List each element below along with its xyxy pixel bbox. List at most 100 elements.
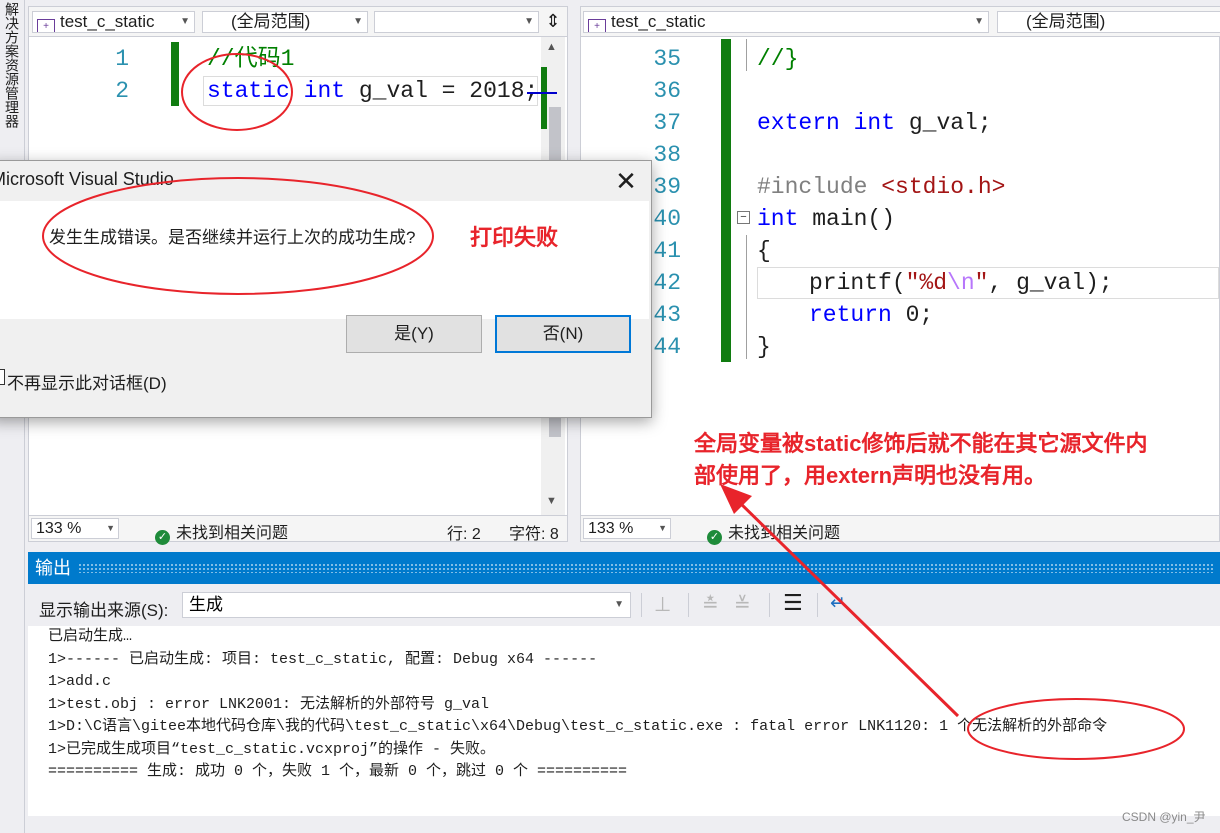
watermark: CSDN @yin_尹 — [1122, 810, 1206, 824]
output-source-label: 显示输出来源(S): — [39, 601, 169, 620]
current-line-highlight — [203, 76, 538, 106]
outline-guide — [746, 39, 747, 71]
issues-text: 未找到相关问题 — [176, 525, 289, 542]
left-status-bar: 133 % ▼ ✓ 未找到相关问题 行: 2 字符: 8 — [29, 515, 567, 545]
line-number: 2 — [115, 78, 129, 104]
scroll-up-icon[interactable]: ▲ — [546, 41, 557, 53]
left-scope-combo[interactable]: (全局范围) ▼ — [202, 11, 368, 33]
dont-show-label: 不再显示此对话框(D) — [7, 374, 167, 393]
next-message-icon[interactable]: ≚ — [734, 592, 751, 617]
dont-show-checkbox[interactable] — [0, 369, 5, 385]
caret-position-marker — [527, 92, 557, 94]
scroll-down-icon[interactable]: ▼ — [546, 495, 557, 507]
split-window-button[interactable]: ⇕ — [543, 11, 563, 33]
code-line-37: extern int g_val; — [757, 107, 992, 139]
previous-message-icon[interactable]: ≛ — [702, 592, 719, 617]
collapse-icon[interactable]: − — [737, 211, 750, 224]
string-token: "%d — [905, 270, 948, 296]
clear-all-icon[interactable]: ☰ — [783, 590, 803, 616]
right-scope-combo-value: (全局范围) — [1026, 12, 1106, 31]
output-source-select[interactable]: 生成 ▼ — [182, 592, 631, 618]
output-line: 已启动生成… — [48, 628, 133, 645]
right-project-combo[interactable]: + test_c_static ▼ — [583, 11, 989, 33]
right-project-combo-value: test_c_static — [611, 12, 706, 31]
left-member-combo[interactable]: ▼ — [374, 11, 539, 33]
zoom-value: 133 % — [588, 520, 634, 537]
code-line-42: printf("%d\n", g_val); — [809, 267, 1113, 299]
keyword-token: int — [757, 206, 799, 232]
dialog-message: 发生生成错误。是否继续并运行上次的成功生成? — [49, 228, 416, 247]
output-line: 1>------ 已启动生成: 项目: test_c_static, 配置: D… — [48, 650, 598, 668]
include-path-token: <stdio.h> — [867, 174, 1006, 200]
right-status-bar: 133 % ▼ ✓ 未找到相关问题 — [581, 515, 1219, 545]
issues-text: 未找到相关问题 — [728, 525, 841, 542]
title-grip — [78, 563, 1214, 573]
chevron-down-icon: ▼ — [974, 16, 984, 27]
code-line-40: int main() — [757, 203, 895, 235]
left-project-combo[interactable]: + test_c_static ▼ — [32, 11, 195, 33]
code-line-41: { — [757, 238, 771, 264]
line-number: 1 — [115, 46, 129, 72]
code-token: 0; — [891, 302, 934, 328]
close-icon[interactable]: ✕ — [611, 167, 641, 197]
row-indicator: 行: 2 — [447, 526, 481, 543]
output-line: 1>D:\C语言\gitee本地代码仓库\我的代码\test_c_static\… — [48, 718, 1108, 735]
code-token: , g_val); — [988, 270, 1113, 296]
line-number: 37 — [653, 110, 681, 136]
right-navigation-bar: + test_c_static ▼ (全局范围) — [581, 7, 1220, 37]
right-scope-combo[interactable]: (全局范围) — [997, 11, 1220, 33]
output-text-area[interactable]: 已启动生成… 1>------ 已启动生成: 项目: test_c_static… — [28, 626, 1220, 816]
output-line: ========== 生成: 成功 0 个，失败 1 个，最新 0 个，跳过 0… — [48, 763, 628, 780]
code-token: printf( — [809, 270, 906, 296]
word-wrap-icon[interactable]: ↵ — [830, 592, 846, 615]
code-line-44: } — [757, 334, 771, 360]
line-number: 35 — [653, 46, 681, 72]
zoom-combo[interactable]: 133 % ▼ — [583, 518, 671, 539]
code-line-35: //} — [757, 46, 799, 72]
toolbar-separator — [817, 593, 818, 617]
output-line: 1>test.obj : error LNK2001: 无法解析的外部符号 g_… — [48, 695, 490, 713]
zoom-combo[interactable]: 133 % ▼ — [31, 518, 119, 539]
scrollbar-change-marker — [541, 67, 547, 129]
yes-button[interactable]: 是(Y) — [346, 315, 482, 353]
annotation-explanation-line2: 部使用了，用extern声明也没有用。 — [694, 463, 1047, 488]
toolbar-separator — [688, 593, 689, 617]
change-bar — [171, 42, 179, 106]
goto-source-icon[interactable]: ⊥ — [654, 592, 671, 617]
code-line-39: #include <stdio.h> — [757, 171, 1005, 203]
escape-token: \n — [947, 270, 975, 296]
cpp-file-icon: + — [588, 19, 606, 32]
char-indicator: 字符: 8 — [509, 526, 559, 543]
left-navigation-bar: + test_c_static ▼ (全局范围) ▼ ▼ ⇕ — [29, 7, 567, 37]
output-title: 输出 — [35, 558, 71, 578]
chevron-down-icon: ▼ — [180, 16, 190, 27]
annotation-print-failed: 打印失败 — [470, 225, 559, 250]
left-project-combo-value: test_c_static — [60, 12, 155, 31]
toolbar-separator — [641, 593, 642, 617]
outline-guide — [746, 235, 747, 359]
annotation-explanation-line1: 全局变量被static修饰后就不能在其它源文件内 — [694, 431, 1148, 456]
output-source-value: 生成 — [189, 595, 223, 614]
code-line-43: return 0; — [809, 299, 933, 331]
output-lines: 已启动生成… 1>------ 已启动生成: 项目: test_c_static… — [48, 626, 1107, 784]
chevron-down-icon: ▼ — [658, 523, 667, 533]
chevron-down-icon: ▼ — [353, 16, 363, 27]
solution-explorer-label: 解决方案资源管理器 — [4, 2, 20, 128]
keyword-token: return — [809, 302, 892, 328]
issues-indicator[interactable]: ✓ 未找到相关问题 — [155, 519, 288, 545]
no-button[interactable]: 否(N) — [495, 315, 631, 353]
preprocessor-token: #include — [757, 174, 868, 200]
zoom-value: 133 % — [36, 520, 82, 537]
bottom-edge — [28, 816, 1220, 833]
toolbar-separator — [769, 593, 770, 617]
output-window-title-bar[interactable]: 输出 — [28, 552, 1220, 584]
code-line-1: //代码1 — [207, 46, 295, 72]
chevron-down-icon: ▼ — [614, 599, 624, 610]
chevron-down-icon: ▼ — [106, 523, 115, 533]
string-token: " — [974, 270, 989, 296]
output-line: 1>add.c — [48, 673, 112, 690]
build-error-dialog: Microsoft Visual Studio ✕ 发生生成错误。是否继续并运行… — [0, 160, 652, 418]
code-token: main() — [798, 206, 896, 232]
issues-indicator[interactable]: ✓ 未找到相关问题 — [707, 519, 840, 545]
chevron-down-icon: ▼ — [524, 16, 534, 27]
